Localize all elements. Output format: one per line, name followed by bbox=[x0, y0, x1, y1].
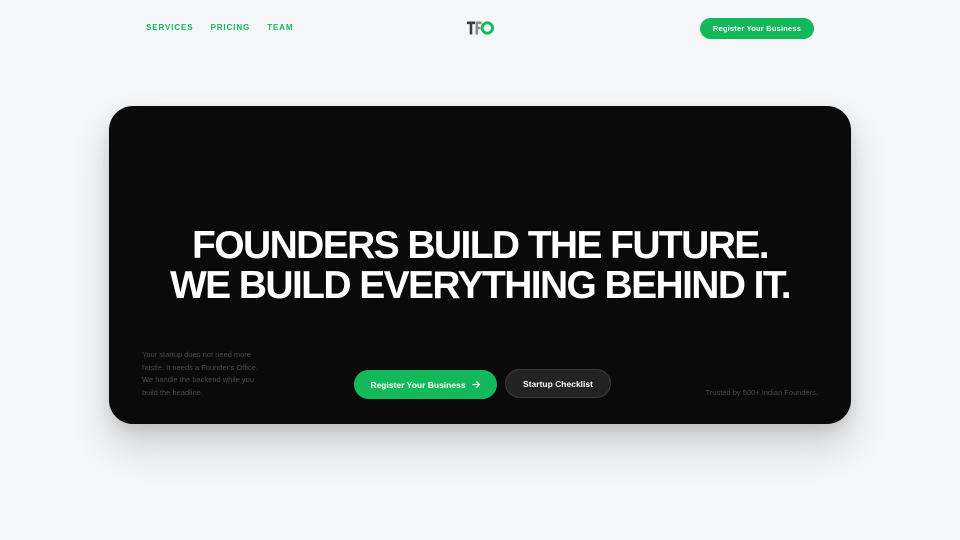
landing-page: SERVICES PRICING TEAM Register Your Busi… bbox=[0, 0, 960, 540]
tfo-logo-icon[interactable] bbox=[466, 19, 494, 37]
headline-line-2: WE BUILD EVERYTHING BEHIND IT. bbox=[169, 264, 792, 307]
register-business-label: Register Your Business bbox=[370, 379, 466, 390]
main-nav: SERVICES PRICING TEAM bbox=[146, 20, 293, 36]
startup-checklist-button[interactable]: Startup Checklist bbox=[505, 369, 611, 398]
nav-link-pricing[interactable]: PRICING bbox=[211, 20, 251, 36]
hero-card: FOUNDERS BUILD THE FUTURE. WE BUILD EVER… bbox=[109, 106, 851, 424]
arrow-right-icon bbox=[471, 380, 481, 389]
register-business-button[interactable]: Register Your Business bbox=[354, 370, 497, 399]
hero-intro-text: Your startup does not need more hustle. … bbox=[142, 350, 258, 397]
hero-headline: FOUNDERS BUILD THE FUTURE. WE BUILD EVER… bbox=[109, 226, 851, 306]
headline-line-1: FOUNDERS BUILD THE FUTURE. bbox=[192, 224, 769, 267]
register-business-header-button[interactable]: Register Your Business bbox=[700, 18, 814, 39]
nav-link-services[interactable]: SERVICES bbox=[146, 20, 194, 36]
trusted-by-text: Trusted by 500+ Indian Founders. bbox=[705, 388, 819, 397]
nav-link-team[interactable]: TEAM bbox=[267, 20, 293, 36]
